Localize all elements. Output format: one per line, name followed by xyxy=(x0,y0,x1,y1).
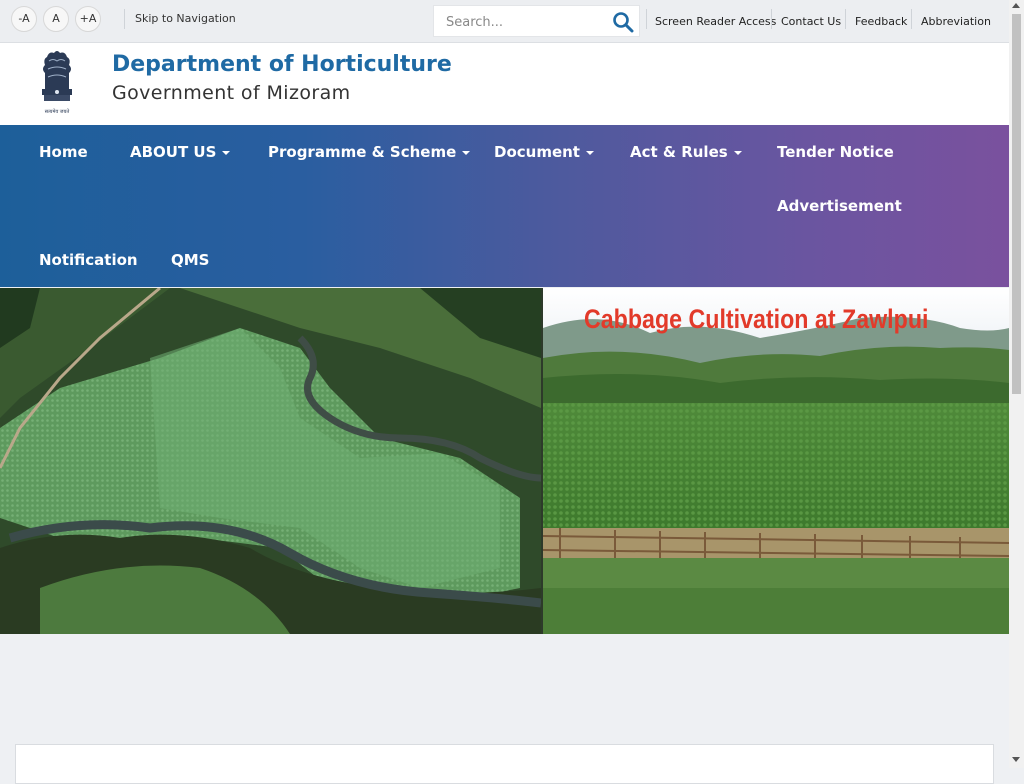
nav-item-label: Act & Rules xyxy=(630,143,728,161)
national-emblem-icon[interactable]: सत्यमेव जयते xyxy=(33,49,81,119)
nav-item-label: ABOUT US xyxy=(130,143,217,161)
search-input[interactable] xyxy=(444,12,608,32)
nav-item-label: Notification xyxy=(39,251,138,269)
screen-reader-access-link[interactable]: Screen Reader Access xyxy=(655,15,776,28)
search-icon[interactable] xyxy=(612,11,634,33)
nav-item-qms[interactable]: QMS xyxy=(171,251,209,269)
nav-item-programme-scheme[interactable]: Programme & Scheme xyxy=(268,143,471,161)
search-box xyxy=(433,5,640,37)
nav-item-home[interactable]: Home xyxy=(39,143,88,161)
skip-navigation-link[interactable]: Skip to Navigation xyxy=(135,12,236,25)
emblem-motto: सत्यमेव जयते xyxy=(45,108,70,115)
nav-item-label: Programme & Scheme xyxy=(268,143,457,161)
nav-item-label: Home xyxy=(39,143,88,161)
divider xyxy=(771,9,772,29)
banner-image xyxy=(0,288,1009,634)
caret-down-icon xyxy=(585,150,594,155)
divider xyxy=(646,9,647,29)
nav-item-label: QMS xyxy=(171,251,210,269)
scroll-down-icon[interactable] xyxy=(1012,757,1020,762)
feedback-link[interactable]: Feedback xyxy=(855,15,907,28)
font-decrease-button[interactable]: -A xyxy=(11,6,37,32)
divider xyxy=(845,9,846,29)
contact-us-link[interactable]: Contact Us xyxy=(781,15,841,28)
page-subtitle: Government of Mizoram xyxy=(112,82,351,104)
font-normal-button[interactable]: A xyxy=(43,6,69,32)
caret-down-icon xyxy=(733,150,742,155)
main-navigation: Home ABOUT US Programme & Scheme Documen… xyxy=(0,125,1009,287)
nav-item-about-us[interactable]: ABOUT US xyxy=(130,143,231,161)
font-increase-button[interactable]: +A xyxy=(75,6,101,32)
nav-item-advertisement[interactable]: Advertisement xyxy=(777,197,902,215)
page-title[interactable]: Department of Horticulture xyxy=(112,52,452,77)
hero-banner[interactable]: Cabbage Cultivation at Zawlpui xyxy=(0,288,1009,634)
abbreviation-link[interactable]: Abbreviation xyxy=(921,15,991,28)
banner-caption: Cabbage Cultivation at Zawlpui xyxy=(584,304,929,334)
scroll-up-icon[interactable] xyxy=(1012,3,1020,8)
caret-down-icon xyxy=(462,150,471,155)
top-utility-bar: -A A +A Skip to Navigation Screen Reader… xyxy=(0,0,1009,43)
nav-item-label: Advertisement xyxy=(777,197,902,215)
divider xyxy=(124,9,125,29)
divider xyxy=(911,9,912,29)
nav-item-notification[interactable]: Notification xyxy=(39,251,138,269)
content-card xyxy=(15,744,994,784)
nav-item-act-rules[interactable]: Act & Rules xyxy=(630,143,742,161)
nav-item-label: Document xyxy=(494,143,580,161)
nav-item-label: Tender Notice xyxy=(777,143,894,161)
caret-down-icon xyxy=(222,150,231,155)
nav-item-tender-notice[interactable]: Tender Notice xyxy=(777,143,894,161)
vertical-scrollbar[interactable] xyxy=(1009,0,1024,768)
site-header: सत्यमेव जयते Department of Horticulture … xyxy=(0,43,1009,125)
scroll-thumb[interactable] xyxy=(1012,14,1021,394)
nav-item-document[interactable]: Document xyxy=(494,143,594,161)
